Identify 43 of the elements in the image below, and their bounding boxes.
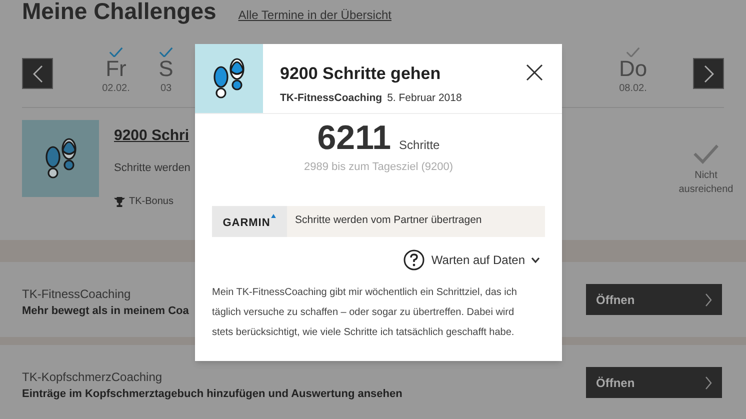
day-date: 08.02. xyxy=(619,82,647,96)
coaching-summary: Einträge im Kopfschmerztagebuch hinzufügen und Auswertung ansehen xyxy=(22,387,402,402)
chevron-right-icon xyxy=(705,376,712,390)
day-name: S xyxy=(158,57,174,82)
coaching-summary: Mehr bewegt als in meinem Coa xyxy=(22,304,189,320)
chevron-right-icon xyxy=(705,292,712,306)
logo-text: GARMIN xyxy=(222,216,270,231)
coaching-name: TK-KopfschmerzCoaching xyxy=(22,369,162,386)
coaching-name: TK-FitnessCoaching xyxy=(22,286,131,304)
dialog-description: Mein TK-FitnessCoaching gibt mir wöchentlich ein Schrittziel, das ich täglich versuche zu schaffen – oder sogar zu übertreffen. Dabei wird stets berücksichtigt, wie viele Schritte ich tatsächlich geschafft habe. xyxy=(212,286,518,340)
next-button[interactable] xyxy=(693,58,724,89)
previous-button[interactable] xyxy=(22,58,53,89)
open-button[interactable]: Öffnen xyxy=(586,284,722,315)
program-name: TK-FitnessCoaching xyxy=(280,90,382,106)
day-date: 02.02. xyxy=(102,82,130,96)
check-icon xyxy=(626,46,640,58)
open-button[interactable]: Öffnen xyxy=(586,367,722,398)
close-icon xyxy=(526,64,542,80)
day-date: 03 xyxy=(160,82,172,96)
remaining-steps: 2989 bis zum Tagesziel (9200) xyxy=(195,159,562,176)
check-icon xyxy=(159,46,173,58)
check-icon xyxy=(109,46,123,58)
day-name: Do xyxy=(618,57,648,82)
trophy-icon xyxy=(114,196,125,206)
overview-link[interactable]: Alle Termine in der Übersicht xyxy=(238,6,392,24)
dialog-title: 9200 Schritte gehen xyxy=(280,63,442,85)
status-label: Nicht ausreichend xyxy=(678,168,734,196)
challenge-title-link[interactable]: 9200 Schri xyxy=(114,125,190,148)
help-icon xyxy=(403,248,426,270)
status-dropdown[interactable]: Warten auf Daten xyxy=(403,248,540,270)
check-icon xyxy=(693,144,719,164)
page-title: Meine Challenges xyxy=(22,0,216,26)
bonus-label: TK-Bonus xyxy=(129,195,174,209)
day-name: Fr xyxy=(106,57,126,82)
step-count: 6211 xyxy=(317,118,392,159)
partner-note: Schritte werden vom Partner übertragen xyxy=(295,213,482,228)
triangle-icon xyxy=(271,214,276,218)
step-unit: Schritte xyxy=(399,137,440,154)
challenge-description: Schritte werden xyxy=(114,160,190,176)
chevron-left-icon xyxy=(32,64,42,82)
dialog-date: 5. Februar 2018 xyxy=(387,90,462,106)
chevron-right-icon xyxy=(704,64,714,82)
close-button[interactable] xyxy=(524,62,544,82)
